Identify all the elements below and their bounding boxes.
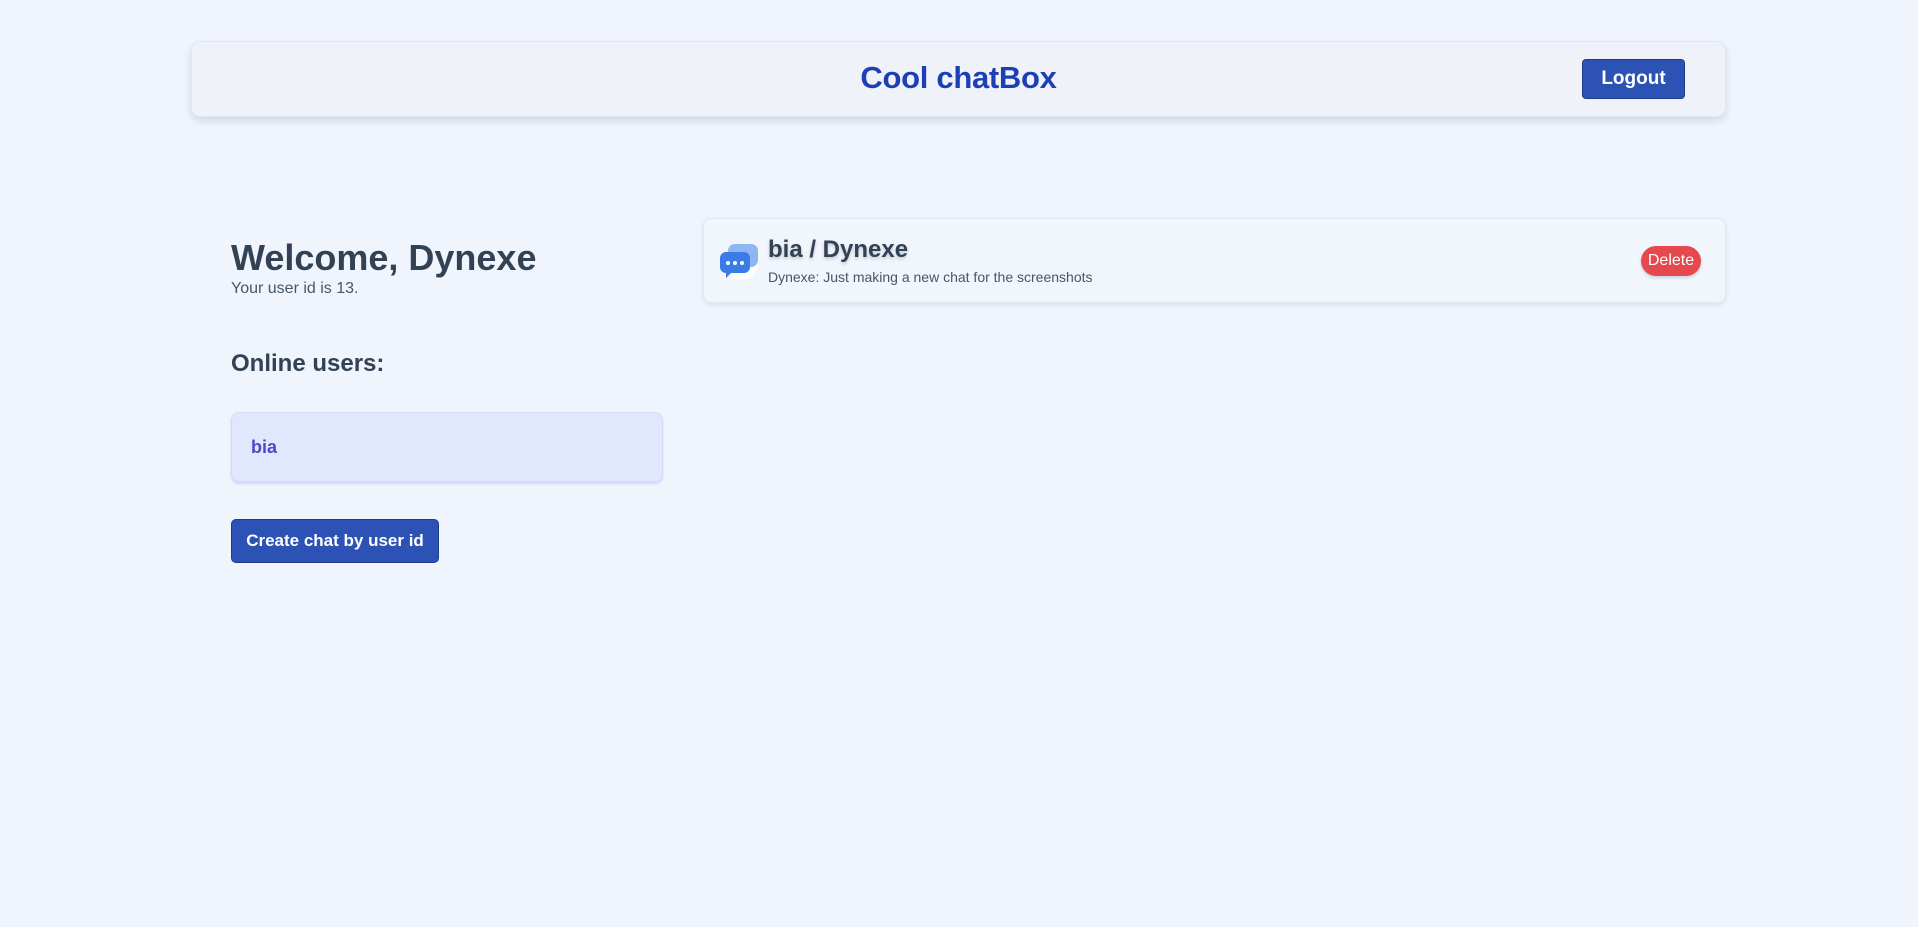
user-panel: Welcome, Dynexe Your user id is 13. Onli… — [231, 230, 663, 563]
welcome-heading: Welcome, Dynexe — [231, 237, 537, 278]
chat-list-item[interactable]: bia / Dynexe Dynexe: Just making a new c… — [703, 218, 1726, 303]
online-users-list: bia — [231, 412, 663, 482]
chat-last-message: Dynexe: Just making a new chat for the s… — [768, 269, 1093, 285]
app-title: Cool chatBox — [860, 60, 1057, 95]
chat-title: bia / Dynexe — [768, 236, 909, 263]
online-users-heading: Online users: — [231, 350, 385, 377]
delete-chat-button[interactable]: Delete — [1641, 246, 1701, 276]
chat-bubbles-icon — [720, 242, 760, 282]
online-user-item[interactable]: bia — [231, 412, 663, 482]
create-chat-button[interactable]: Create chat by user id — [231, 519, 439, 563]
top-bar: Cool chatBox Logout — [191, 41, 1726, 117]
logout-button[interactable]: Logout — [1582, 59, 1685, 99]
